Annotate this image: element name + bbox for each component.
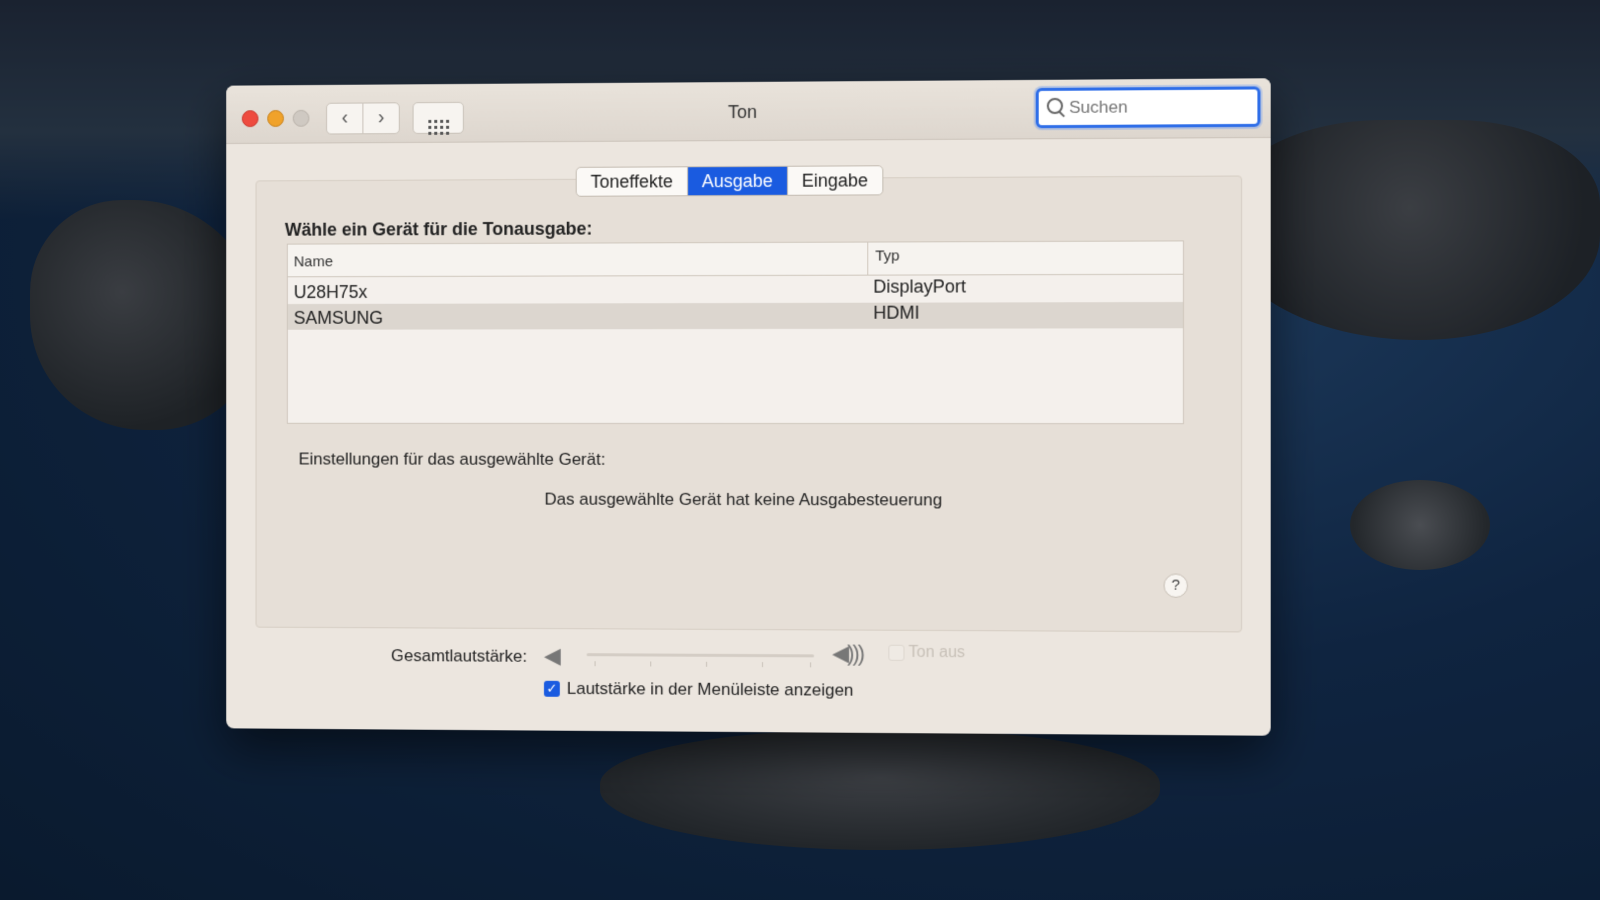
tab-eingabe[interactable]: Eingabe [788, 166, 882, 195]
speaker-low-icon: ◀ [543, 642, 561, 668]
output-volume-label: Gesamtlautstärke: [390, 646, 528, 666]
sound-preferences-window: ‹ › Ton Toneffekte Ausgabe Eingabe Wähle… [226, 78, 1271, 736]
output-device-prompt: Wähle ein Gerät für die Tonausgabe: [284, 218, 593, 240]
search-icon [1046, 97, 1064, 115]
title-bar: ‹ › Ton [226, 78, 1271, 144]
column-separator [867, 242, 869, 275]
tab-toneffekte[interactable]: Toneffekte [576, 167, 688, 196]
table-row-selected[interactable]: SAMSUNG HDMI [287, 302, 1183, 330]
search-field[interactable] [1035, 86, 1261, 129]
wallpaper-island-right [1220, 120, 1600, 340]
mute-checkbox[interactable] [888, 644, 905, 661]
show-volume-in-menubar-label: Lautstärke in der Menüleiste anzeigen [566, 678, 854, 700]
column-header-type[interactable]: Typ [875, 247, 899, 264]
wallpaper-rock [1350, 480, 1490, 570]
tab-bar: Toneffekte Ausgabe Eingabe [575, 165, 884, 197]
volume-slider[interactable] [586, 653, 815, 658]
show-volume-in-menubar-checkbox[interactable]: ✓ [543, 680, 560, 697]
device-name: SAMSUNG [293, 307, 384, 328]
slider-tick [650, 661, 652, 667]
help-button[interactable]: ? [1163, 573, 1189, 598]
search-input[interactable] [1067, 93, 1245, 121]
mute-label: Ton aus [908, 643, 965, 662]
output-device-table: Name Typ U28H75x DisplayPort SAMSUNG HDM… [286, 240, 1184, 425]
slider-tick [706, 661, 708, 667]
slider-tick [810, 662, 812, 668]
tab-ausgabe[interactable]: Ausgabe [687, 166, 788, 196]
table-row[interactable]: U28H75x DisplayPort [287, 275, 1183, 305]
speaker-high-icon: ◀))) [832, 640, 864, 666]
device-type: HDMI [873, 302, 920, 323]
device-name: U28H75x [293, 282, 368, 303]
column-header-name[interactable]: Name [294, 253, 333, 270]
table-header: Name Typ [287, 241, 1183, 278]
slider-tick [594, 661, 596, 667]
device-settings-label: Einstellungen für das ausgewählte Gerät: [298, 449, 606, 469]
device-type: DisplayPort [873, 276, 966, 297]
wallpaper-island-bottom [600, 730, 1160, 850]
no-output-control-message: Das ausgewählte Gerät hat keine Ausgabes… [544, 489, 943, 510]
slider-tick [761, 662, 763, 668]
